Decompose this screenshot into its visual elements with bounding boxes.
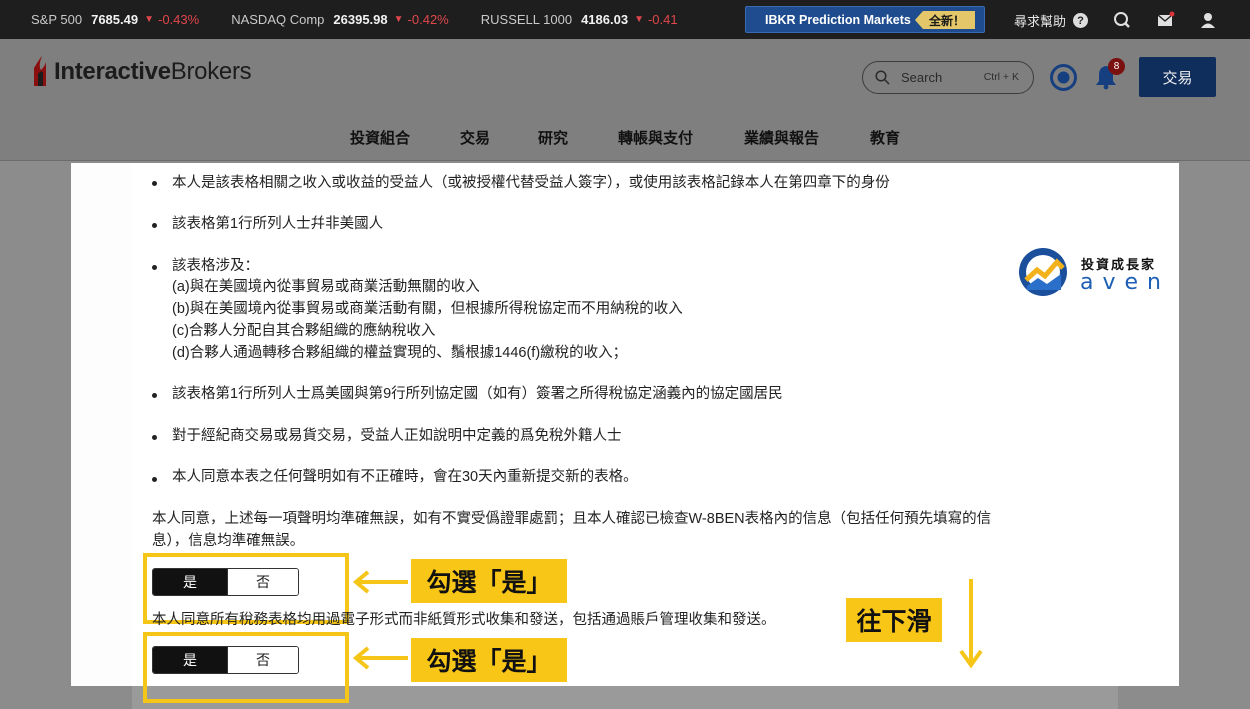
- certification-item: 該表格第1行所列人士幷非美國人: [172, 216, 384, 232]
- agreement-statement-line: 息），信息均準確無誤。: [152, 533, 305, 549]
- bullet: [152, 265, 157, 270]
- ticker-value: 26395.98: [333, 12, 388, 27]
- certification-item: 該表格第1行所列人士爲美國與第9行所列協定國（如有）簽署之所得稅協定涵義內的協定…: [172, 386, 783, 402]
- certification-subitem: (d)合夥人通過轉移合夥組織的權益實現的、鬚根據1446(f)繳稅的收入；: [172, 345, 628, 361]
- help-link[interactable]: 尋求幫助 ?: [1014, 11, 1089, 30]
- ticker-item[interactable]: RUSSELL 1000 4186.03 ▼ -0.41: [481, 12, 678, 27]
- certification-subitem: (a)與在美國境內從事貿易或商業活動無關的收入: [172, 279, 480, 295]
- bullet: [152, 435, 157, 440]
- nav-transfer-pay[interactable]: 轉帳與支付: [618, 127, 693, 148]
- form-margin: [71, 163, 132, 686]
- down-arrow-icon: ▼: [144, 14, 154, 25]
- callout-check-yes: 勾選「是」: [411, 638, 567, 682]
- site-header: InteractiveBrokers Search Ctrl + K 8 交易 …: [0, 39, 1250, 161]
- ticker-change: -0.42%: [407, 12, 449, 27]
- ticker-item[interactable]: S&P 500 7685.49 ▼ -0.43%: [31, 12, 199, 27]
- ticker-name: RUSSELL 1000: [480, 12, 573, 27]
- certification-item: 本人同意本表之任何聲明如有不正確時，會在30天內重新提交新的表格。: [172, 469, 638, 485]
- down-arrow-icon: ▼: [393, 14, 404, 25]
- ticker-value: 7685.49: [91, 12, 139, 27]
- logo-bold: Interactive: [54, 58, 171, 85]
- nav-trade[interactable]: 交易: [460, 127, 490, 148]
- callout-check-yes: 勾選「是」: [411, 559, 567, 603]
- search-shortcut: Ctrl + K: [983, 71, 1019, 83]
- bullet: [152, 223, 157, 228]
- certification-subitem: (c)合夥人分配自其合夥組織的應納稅收入: [172, 323, 436, 339]
- ticker-name: S&P 500: [31, 12, 83, 27]
- certification-subitem: (b)與在美國境內從事貿易或商業活動有關，但根據所得稅協定而不用納稅的收入: [172, 301, 683, 317]
- no-option[interactable]: 否: [227, 647, 298, 673]
- left-arrow-icon: [352, 646, 408, 670]
- ib-flame-icon: [34, 56, 46, 86]
- chat-icon[interactable]: [1113, 11, 1131, 29]
- no-option[interactable]: 否: [227, 569, 298, 595]
- aven-name: aven: [1080, 270, 1170, 295]
- help-label: 尋求幫助: [1014, 14, 1067, 29]
- down-arrow-icon: ▼: [634, 14, 644, 25]
- nav-portfolio[interactable]: 投資組合: [350, 127, 410, 148]
- bullet: [152, 181, 157, 186]
- trade-button[interactable]: 交易: [1139, 57, 1216, 97]
- certification-item: 該表格涉及：: [172, 258, 259, 274]
- agreement-toggle-2: 是 否: [152, 646, 299, 674]
- nav-research[interactable]: 研究: [538, 127, 568, 148]
- certification-item: 本人是該表格相關之收入或收益的受益人（或被授權代替受益人簽字），或使用該表格記錄…: [172, 175, 890, 191]
- certification-item: 對于經紀商交易或易貨交易，受益人正如說明中定義的爲免稅外籍人士: [172, 428, 622, 444]
- question-icon: ?: [1073, 13, 1089, 28]
- yes-option[interactable]: 是: [153, 569, 227, 595]
- mail-icon[interactable]: [1157, 11, 1175, 29]
- aven-logo-icon: [1019, 248, 1067, 296]
- interactive-brokers-logo[interactable]: InteractiveBrokers: [30, 56, 252, 88]
- agreement-statement-line: 本人同意，上述每一項聲明均準確無誤，如有不實受僞證罪處罰；且本人確認已檢查W-8…: [152, 511, 992, 527]
- aven-watermark: 投資成長家 aven: [1017, 244, 1167, 300]
- user-icon[interactable]: [1199, 11, 1217, 29]
- notification-badge: 8: [1108, 58, 1125, 75]
- logo-text: InteractiveBrokers: [54, 58, 252, 86]
- prediction-markets-banner[interactable]: IBKR Prediction Markets 全新！: [745, 6, 985, 33]
- ibkr-ai-icon[interactable]: [1050, 64, 1077, 91]
- bullet: [152, 393, 157, 398]
- search-box[interactable]: Search Ctrl + K: [862, 61, 1034, 94]
- ticker-change: -0.43%: [158, 12, 200, 27]
- search-icon: [875, 70, 890, 85]
- scroll-down-hint: 往下滑: [846, 598, 942, 642]
- nav-performance-reports[interactable]: 業績與報告: [744, 127, 819, 148]
- new-tag: 全新！: [914, 11, 975, 29]
- ticker-change: -0.41: [647, 12, 678, 27]
- ticker-name: NASDAQ Comp: [231, 12, 325, 27]
- yes-option[interactable]: 是: [153, 647, 227, 673]
- search-placeholder: Search: [901, 70, 943, 85]
- electronic-delivery-statement: 本人同意所有稅務表格均用過電子形式而非紙質形式收集和發送，包括通過賬戶管理收集和…: [152, 612, 776, 628]
- prediction-markets-label: IBKR Prediction Markets: [765, 12, 911, 27]
- nav-education[interactable]: 教育: [870, 127, 900, 148]
- ticker-value: 4186.03: [581, 12, 629, 27]
- down-arrow-icon: [959, 579, 983, 669]
- ticker-item[interactable]: NASDAQ Comp 26395.98 ▼ -0.42%: [231, 12, 449, 27]
- agreement-toggle-1: 是 否: [152, 568, 299, 596]
- logo-rest: Brokers: [170, 58, 252, 85]
- left-arrow-icon: [352, 570, 408, 594]
- bullet: [152, 477, 157, 482]
